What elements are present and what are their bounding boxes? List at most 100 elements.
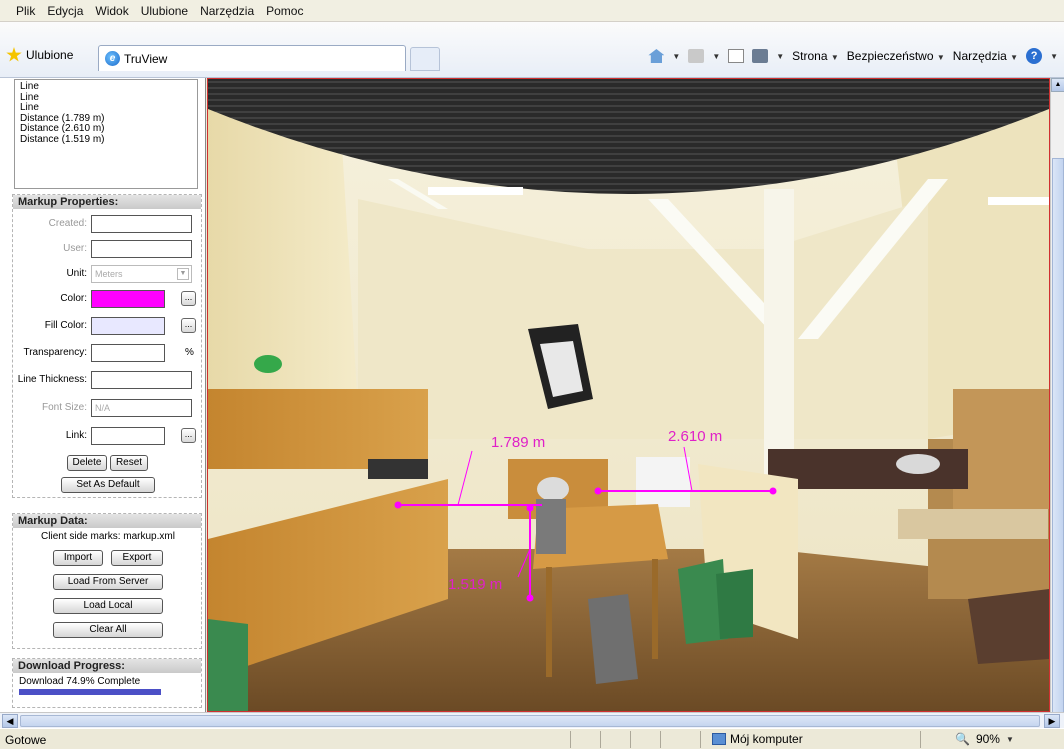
home-caret-icon[interactable]: ▼ (672, 52, 680, 61)
new-tab-button[interactable] (410, 47, 440, 71)
transparency-row: Transparency: % (13, 344, 203, 364)
tab-truview[interactable]: e TruView (98, 45, 406, 71)
markup-data-header: Markup Data: (13, 514, 201, 528)
help-icon[interactable]: ? (1026, 48, 1043, 64)
link-row: Link: ... (13, 427, 203, 447)
link-label: Link: (65, 430, 87, 441)
fill-color-picker-button[interactable]: ... (181, 318, 196, 333)
download-progress-text: Download 74.9% Complete (19, 676, 141, 687)
menu-narzedzia[interactable]: Narzędzia (194, 4, 260, 18)
horizontal-scrollbar[interactable]: ◀ ▶ (0, 712, 1064, 728)
load-from-server-button[interactable]: Load From Server (53, 574, 163, 590)
narzedzia-menu[interactable]: Narzędzia ▼ (953, 49, 1018, 63)
created-field[interactable] (91, 215, 192, 233)
user-row: User: (13, 240, 203, 260)
color-swatch[interactable] (91, 290, 165, 308)
link-field[interactable] (91, 427, 165, 445)
favorites-label: Ulubione (26, 48, 74, 62)
list-item[interactable]: Distance (1.519 m) (20, 134, 192, 146)
load-local-button[interactable]: Load Local (53, 598, 163, 614)
measurement-label-3[interactable]: 1.519 m (448, 576, 502, 593)
menu-ulubione[interactable]: Ulubione (135, 4, 194, 18)
zoom-caret-icon[interactable]: ▼ (1006, 735, 1014, 744)
vertical-scroll-thumb[interactable] (1052, 158, 1064, 718)
user-field[interactable] (91, 240, 192, 258)
horizontal-scroll-thumb[interactable] (20, 715, 1040, 727)
font-size-field[interactable]: N/A (91, 399, 192, 417)
import-button[interactable]: Import (53, 550, 103, 566)
download-progress-bar (19, 689, 162, 695)
fill-color-label: Fill Color: (44, 320, 87, 331)
zone-label: Mój komputer (730, 732, 803, 746)
panorama-scene: 1.789 m 2.610 m 1.519 m (208, 79, 1049, 711)
star-icon (6, 47, 22, 62)
reset-button[interactable]: Reset (110, 455, 148, 471)
list-item[interactable]: Line (20, 81, 192, 93)
rss-icon[interactable] (688, 49, 705, 63)
color-label: Color: (60, 293, 87, 304)
scroll-left-icon[interactable]: ◀ (2, 714, 18, 728)
percent-label: % (185, 347, 194, 358)
export-button[interactable]: Export (111, 550, 163, 566)
list-item[interactable]: Distance (2.610 m) (20, 123, 192, 135)
clear-all-button[interactable]: Clear All (53, 622, 163, 638)
font-size-label: Font Size: (41, 402, 87, 413)
color-picker-button[interactable]: ... (181, 291, 196, 306)
chevron-down-icon: ▼ (177, 268, 189, 280)
download-progress-header: Download Progress: (13, 659, 201, 673)
vertical-scrollbar[interactable]: ▲ (1050, 78, 1064, 718)
print-icon[interactable] (752, 49, 769, 63)
scroll-right-icon[interactable]: ▶ (1044, 714, 1060, 728)
menu-pomoc[interactable]: Pomoc (260, 4, 309, 18)
measurement-label-2[interactable]: 2.610 m (668, 428, 722, 445)
menu-widok[interactable]: Widok (89, 4, 134, 18)
mail-icon[interactable] (728, 49, 745, 63)
print-caret-icon[interactable]: ▼ (776, 52, 784, 61)
home-icon[interactable] (648, 49, 665, 63)
status-divider (700, 731, 701, 748)
line-thickness-label: Line Thickness: (17, 374, 87, 385)
rss-caret-icon[interactable]: ▼ (712, 52, 720, 61)
help-caret-icon[interactable]: ▼ (1050, 52, 1058, 61)
client-side-marks-text: Client side marks: markup.xml (41, 531, 175, 542)
list-item[interactable]: Line (20, 102, 192, 114)
created-row: Created: (13, 215, 203, 235)
status-divider (630, 731, 631, 748)
created-label: Created: (48, 218, 87, 229)
zoom-value: 90% (975, 732, 1000, 746)
favorites-button[interactable]: Ulubione (6, 47, 73, 63)
command-bar: Ulubione e TruView ▼ ▼ ▼ Strona ▼ Bezpie… (0, 22, 1064, 78)
tab-title: TruView (124, 51, 168, 66)
delete-button[interactable]: Delete (67, 455, 107, 471)
menu-edycja[interactable]: Edycja (41, 4, 89, 18)
line-thickness-row: Line Thickness: (13, 371, 203, 391)
markup-data-section: Markup Data: Client side marks: markup.x… (12, 513, 202, 649)
link-picker-button[interactable]: ... (181, 428, 196, 443)
transparency-field[interactable] (91, 344, 165, 362)
computer-icon (712, 733, 726, 745)
unit-label: Unit: (66, 268, 87, 279)
unit-value: Meters (95, 269, 123, 279)
ie-icon: e (105, 51, 120, 66)
bezpieczenstwo-menu[interactable]: Bezpieczeństwo ▼ (847, 49, 945, 63)
strona-menu[interactable]: Strona ▼ (792, 49, 839, 63)
transparency-label: Transparency: (23, 347, 87, 358)
markup-list[interactable]: Line Line Line Distance (1.789 m) Distan… (14, 79, 198, 189)
scroll-up-icon[interactable]: ▲ (1051, 78, 1064, 92)
security-zone: Mój komputer (712, 732, 803, 746)
list-item[interactable]: Line (20, 92, 192, 104)
fill-color-swatch[interactable] (91, 317, 165, 335)
zoom-control[interactable]: 🔍 90% ▼ (955, 732, 1014, 746)
set-as-default-button[interactable]: Set As Default (61, 477, 155, 493)
font-size-row: Font Size: N/A (13, 399, 203, 419)
status-bar: Gotowe Mój komputer 🔍 90% ▼ (0, 728, 1064, 749)
unit-select[interactable]: Meters ▼ (91, 265, 192, 283)
menu-plik[interactable]: Plik (10, 4, 41, 18)
markup-properties-header: Markup Properties: (13, 195, 201, 209)
line-thickness-field[interactable] (91, 371, 192, 389)
measurement-label-1[interactable]: 1.789 m (491, 434, 545, 451)
markup-properties-section: Markup Properties: Created: User: Unit: … (12, 194, 202, 498)
magnifier-icon: 🔍 (955, 732, 970, 746)
panorama-viewport[interactable]: 1.789 m 2.610 m 1.519 m (207, 78, 1050, 712)
status-text: Gotowe (5, 733, 47, 747)
